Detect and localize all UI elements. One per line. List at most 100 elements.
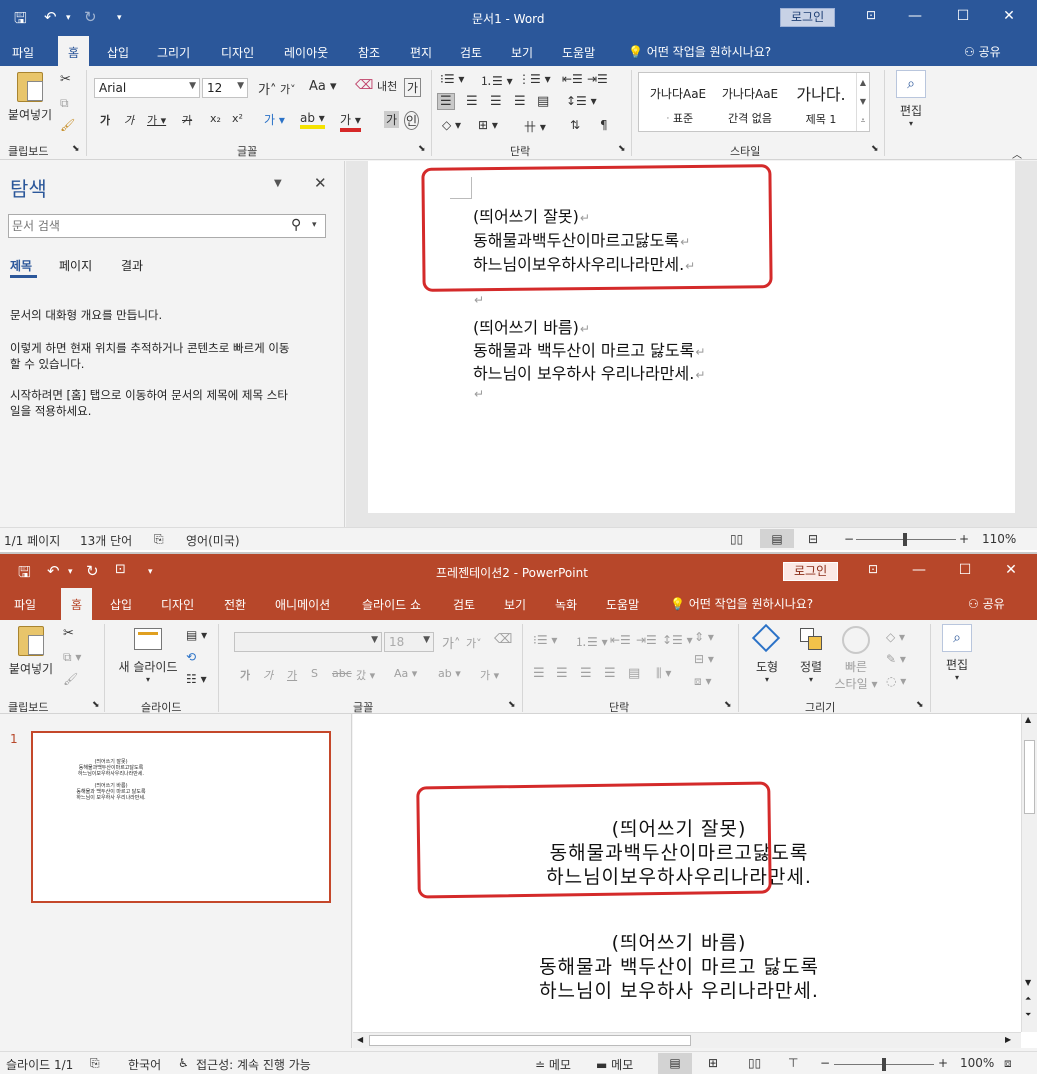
nav-tab-headings[interactable]: 제목: [10, 257, 32, 274]
ribbon-display-icon[interactable]: ⊡: [856, 8, 886, 22]
clear-format-icon[interactable]: ⌫: [355, 78, 373, 93]
format-painter-icon[interactable]: 🖌: [63, 672, 78, 686]
undo-icon[interactable]: ↶: [47, 562, 60, 580]
login-button[interactable]: 로그인: [783, 562, 839, 581]
print-layout-icon[interactable]: ▤: [760, 529, 794, 548]
tab-review[interactable]: 검토: [460, 44, 482, 61]
paragraph-launcher-icon[interactable]: ⬊: [618, 144, 626, 154]
nav-tab-pages[interactable]: 페이지: [59, 257, 92, 274]
tab-home[interactable]: 홈: [58, 36, 90, 67]
minimize-button[interactable]: —: [900, 8, 930, 24]
align-center-icon[interactable]: ☰: [466, 94, 478, 109]
tab-draw[interactable]: 그리기: [157, 44, 190, 61]
zoom-level[interactable]: 110%: [982, 532, 1016, 546]
customize-qat-icon[interactable]: ▾: [117, 13, 122, 23]
shrink-font-icon[interactable]: 가˅: [280, 81, 296, 97]
tab-insert[interactable]: 삽입: [107, 44, 129, 61]
tab-file[interactable]: 파일: [14, 596, 36, 613]
tab-mailings[interactable]: 편지: [410, 44, 432, 61]
char-shading-icon[interactable]: 가: [384, 111, 400, 128]
justify-icon[interactable]: ☰: [514, 94, 526, 109]
tab-help[interactable]: 도움말: [606, 596, 639, 613]
multilevel-list-icon[interactable]: ⋮☰ ▾: [518, 72, 551, 86]
zoom-slider-thumb[interactable]: [903, 533, 907, 546]
zoom-out-button[interactable]: −: [820, 1056, 830, 1070]
style-no-spacing[interactable]: 가나다AaE 간격 없음: [715, 73, 785, 131]
numbering-icon[interactable]: ⒈☰ ▾: [480, 72, 513, 89]
align-center-icon[interactable]: ☰: [556, 666, 568, 681]
tell-me-search[interactable]: 💡 어떤 작업을 원하시나요?: [670, 595, 813, 612]
line-spacing-icon[interactable]: ↕☰ ▾: [662, 633, 693, 647]
sort-icon[interactable]: ⇅: [570, 118, 580, 132]
nav-search-box[interactable]: ⚲ ▾: [8, 214, 326, 238]
tab-help[interactable]: 도움말: [562, 44, 595, 61]
nav-search-input[interactable]: [12, 217, 282, 235]
tab-record[interactable]: 녹화: [555, 596, 577, 613]
change-case-icon[interactable]: Aa ▾: [394, 667, 417, 680]
status-word-count[interactable]: 13개 단어: [80, 532, 132, 549]
zoom-slider-thumb[interactable]: [882, 1058, 886, 1071]
next-slide-icon[interactable]: ⏷: [1025, 1010, 1031, 1020]
underline-icon[interactable]: 가 ▾: [147, 112, 166, 128]
undo-dropdown-icon[interactable]: ▾: [66, 13, 71, 23]
nav-tab-results[interactable]: 결과: [121, 257, 143, 274]
horizontal-scrollbar[interactable]: ◀ ▶: [353, 1032, 1021, 1048]
save-icon[interactable]: 🖫: [18, 562, 31, 587]
superscript-icon[interactable]: x²: [232, 112, 243, 125]
tab-view[interactable]: 보기: [511, 44, 533, 61]
smartart-icon[interactable]: ⧈ ▾: [694, 674, 711, 689]
increase-indent-icon[interactable]: ⇥☰: [636, 633, 657, 647]
slide-editor[interactable]: (띄어쓰기 잘못) 동해물과백두산이마르고닳도록 하느님이보우하사우리나라만세.…: [353, 714, 1037, 1048]
copy-icon[interactable]: ⧉ ▾: [63, 650, 81, 665]
clipboard-launcher-icon[interactable]: ⬊: [72, 144, 80, 154]
zoom-in-button[interactable]: +: [938, 1056, 948, 1070]
font-launcher-icon[interactable]: ⬊: [418, 144, 426, 154]
login-button[interactable]: 로그인: [780, 8, 836, 27]
bold-icon[interactable]: 가: [100, 112, 110, 128]
text-effects-icon[interactable]: 가 ▾: [264, 111, 285, 128]
strikethrough-icon[interactable]: 가: [182, 112, 192, 128]
repeat-icon[interactable]: ↻: [86, 562, 99, 580]
align-text-icon[interactable]: ⊟ ▾: [694, 652, 714, 666]
font-name-combo[interactable]: ▼: [234, 632, 382, 652]
scroll-right-icon[interactable]: ▶: [1005, 1035, 1011, 1044]
font-size-combo[interactable]: 12 ▼: [202, 78, 248, 98]
cut-icon[interactable]: ✂: [63, 626, 74, 641]
save-icon[interactable]: 🖫: [14, 8, 27, 33]
collapse-ribbon-icon[interactable]: ︿: [1012, 146, 1022, 161]
tab-slideshow[interactable]: 슬라이드 쇼: [362, 596, 421, 613]
status-page[interactable]: 1/1 페이지: [4, 532, 60, 549]
fit-to-window-icon[interactable]: ⧈: [1004, 1056, 1012, 1071]
italic-icon[interactable]: 가: [263, 667, 273, 683]
align-right-icon[interactable]: ☰: [490, 94, 502, 109]
tab-animations[interactable]: 애니메이션: [275, 596, 330, 613]
subscript-icon[interactable]: x₂: [210, 112, 221, 125]
accessibility-icon[interactable]: ♿: [178, 1056, 189, 1070]
status-accessibility[interactable]: 접근성: 계속 진행 가능: [196, 1056, 311, 1073]
style-heading1[interactable]: 가나다. 제목 1: [787, 73, 855, 131]
reset-icon[interactable]: ⟲: [186, 650, 196, 664]
notes-button[interactable]: ≐ 메모: [535, 1056, 571, 1073]
shrink-font-icon[interactable]: 가˅: [466, 635, 482, 651]
proofing-icon[interactable]: ⎘: [90, 1056, 100, 1071]
phonetic-guide-icon[interactable]: 내천: [377, 78, 397, 94]
shadow-icon[interactable]: S: [311, 667, 318, 680]
read-mode-icon[interactable]: ▯▯: [730, 532, 743, 546]
highlight-icon[interactable]: ab ▾: [300, 111, 325, 129]
web-layout-icon[interactable]: ⊟: [808, 532, 818, 546]
paste-button[interactable]: 붙여넣기: [6, 626, 56, 677]
grow-font-icon[interactable]: 가˄: [258, 79, 276, 98]
customize-qat-icon[interactable]: ▾: [148, 567, 153, 577]
status-language[interactable]: 영어(미국): [186, 532, 240, 549]
distributed-icon[interactable]: ▤: [537, 94, 549, 109]
tab-review[interactable]: 검토: [453, 596, 475, 613]
slide-thumbnail[interactable]: (띄어쓰기 잘못) 동해물과백두산이마르고닳도록 하느님이보우하사우리나라만세.…: [31, 731, 331, 903]
borders-icon[interactable]: ⊞ ▾: [478, 118, 498, 132]
justify-icon[interactable]: ☰: [604, 666, 616, 681]
share-button[interactable]: ⚇ 공유: [968, 595, 1005, 612]
styles-launcher-icon[interactable]: ⬊: [871, 144, 879, 154]
scroll-left-icon[interactable]: ◀: [357, 1035, 363, 1044]
font-launcher-icon[interactable]: ⬊: [508, 700, 516, 710]
slide-sorter-icon[interactable]: ⊞: [708, 1056, 718, 1070]
drawing-launcher-icon[interactable]: ⬊: [916, 700, 924, 710]
